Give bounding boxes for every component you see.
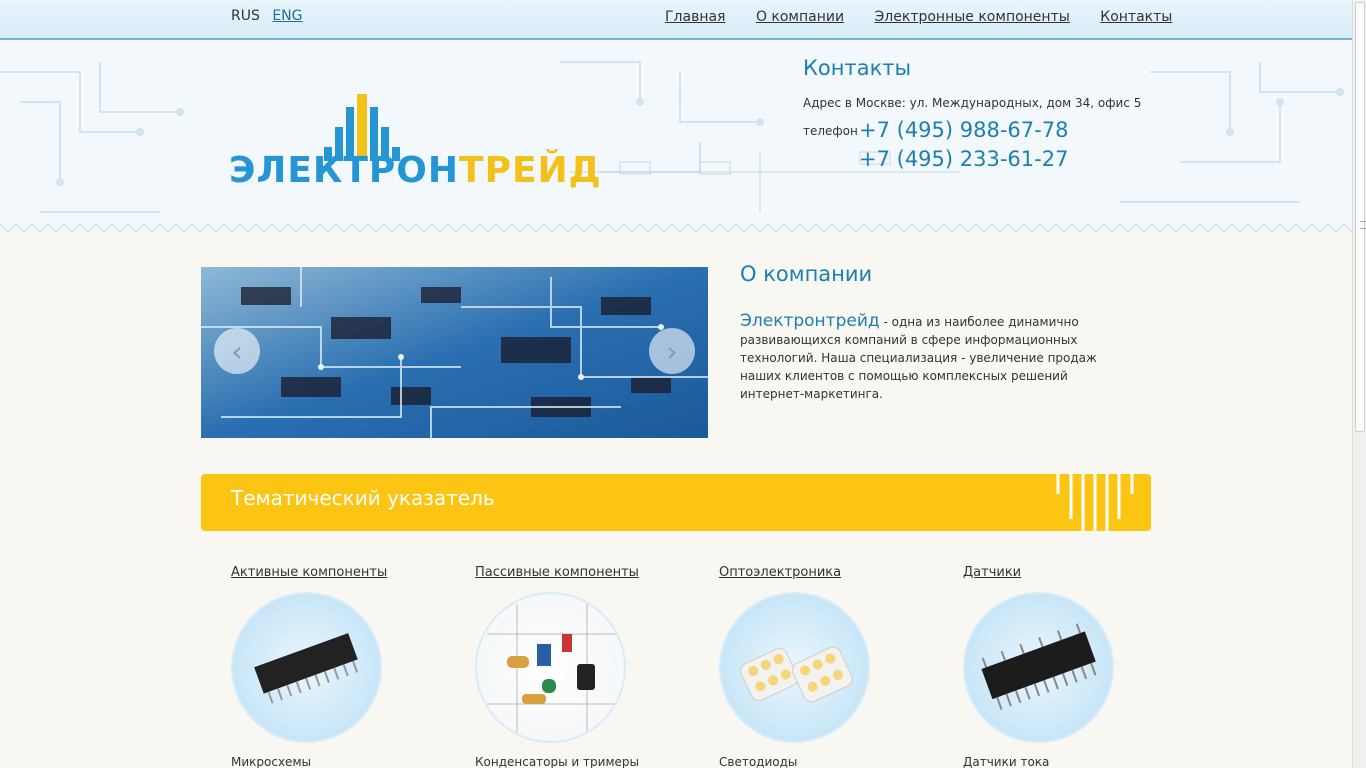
topic-index-banner: Тематический указатель [201,474,1151,531]
scrollbar-grip [1360,221,1366,229]
capacitors-image[interactable] [475,592,626,743]
address: Адрес в Москве: ул. Международных, дом 3… [803,96,1142,110]
banner-decoration [1056,474,1134,531]
category-passive-link[interactable]: Пассивные компоненты [475,565,639,580]
header-zigzag-border [0,222,1352,234]
phone-label: телефон [803,124,858,138]
microchip-image[interactable] [231,592,382,743]
topic-index-title: Тематический указатель [231,486,495,510]
category-optoelectronics-sub[interactable]: Светодиоды [719,755,919,768]
page-scrollbar[interactable] [1352,0,1366,768]
phone-list: +7 (495) 988-67-78 +7 (495) 233-61-27 [859,116,1068,174]
about-text: Электронтрейд - одна из наиболее динамич… [740,312,1130,403]
category-passive-sub[interactable]: Конденсаторы и тримеры [475,755,675,768]
logo-text[interactable]: ЭЛЕКТРОНТРЕЙД [229,150,602,191]
about-brand: Электронтрейд [740,311,880,331]
lang-rus[interactable]: RUS [231,8,260,24]
sensor-chip-image[interactable] [963,592,1114,743]
nav-home[interactable]: Главная [665,9,725,25]
nav-components[interactable]: Электронные компоненты [875,9,1070,25]
about-block: О компании Электронтрейд - одна из наибо… [740,262,1130,403]
language-switcher: RUS ENG [231,8,311,24]
contacts-block: Контакты Адрес в Москве: ул. Международн… [803,56,1141,174]
phone-2[interactable]: +7 (495) 233-61-27 [859,145,1068,174]
top-bar: RUS ENG Главная О компании Электронные к… [0,0,1352,40]
category-passive: Пассивные компоненты Конденсаторы и трим… [475,561,675,768]
image-slider: ‹ › [201,267,708,438]
circuit-board-image [201,267,708,438]
category-active-sub[interactable]: Микросхемы [231,755,431,768]
main-nav: Главная О компании Электронные компонент… [665,9,1198,25]
slider-prev-arrow-icon[interactable]: ‹ [214,328,260,374]
led-image[interactable] [719,592,870,743]
category-optoelectronics-link[interactable]: Оптоэлектроника [719,565,841,580]
category-sensors: Датчики Датчики тока [963,561,1163,768]
scrollbar-thumb[interactable] [1355,2,1366,432]
category-active-link[interactable]: Активные компоненты [231,565,387,580]
nav-contacts[interactable]: Контакты [1100,9,1172,25]
contacts-title: Контакты [803,56,912,80]
category-active: Активные компоненты Микросхемы [231,561,431,768]
header [0,42,1352,232]
phone-row: телефон +7 (495) 988-67-78 +7 (495) 233-… [803,116,1141,174]
logo-part-2: ТРЕЙД [459,150,602,191]
nav-about[interactable]: О компании [756,9,844,25]
lang-eng-link[interactable]: ENG [272,8,302,24]
category-sensors-link[interactable]: Датчики [963,565,1021,580]
logo-part-1: ЭЛЕКТРОН [229,150,460,191]
slider-next-arrow-icon[interactable]: › [649,328,695,374]
phone-1[interactable]: +7 (495) 988-67-78 [859,116,1068,145]
about-title: О компании [740,262,873,286]
circuit-background [0,61,1344,213]
category-sensors-sub[interactable]: Датчики тока [963,755,1163,768]
category-optoelectronics: Оптоэлектроника Светодиоды [719,561,919,768]
